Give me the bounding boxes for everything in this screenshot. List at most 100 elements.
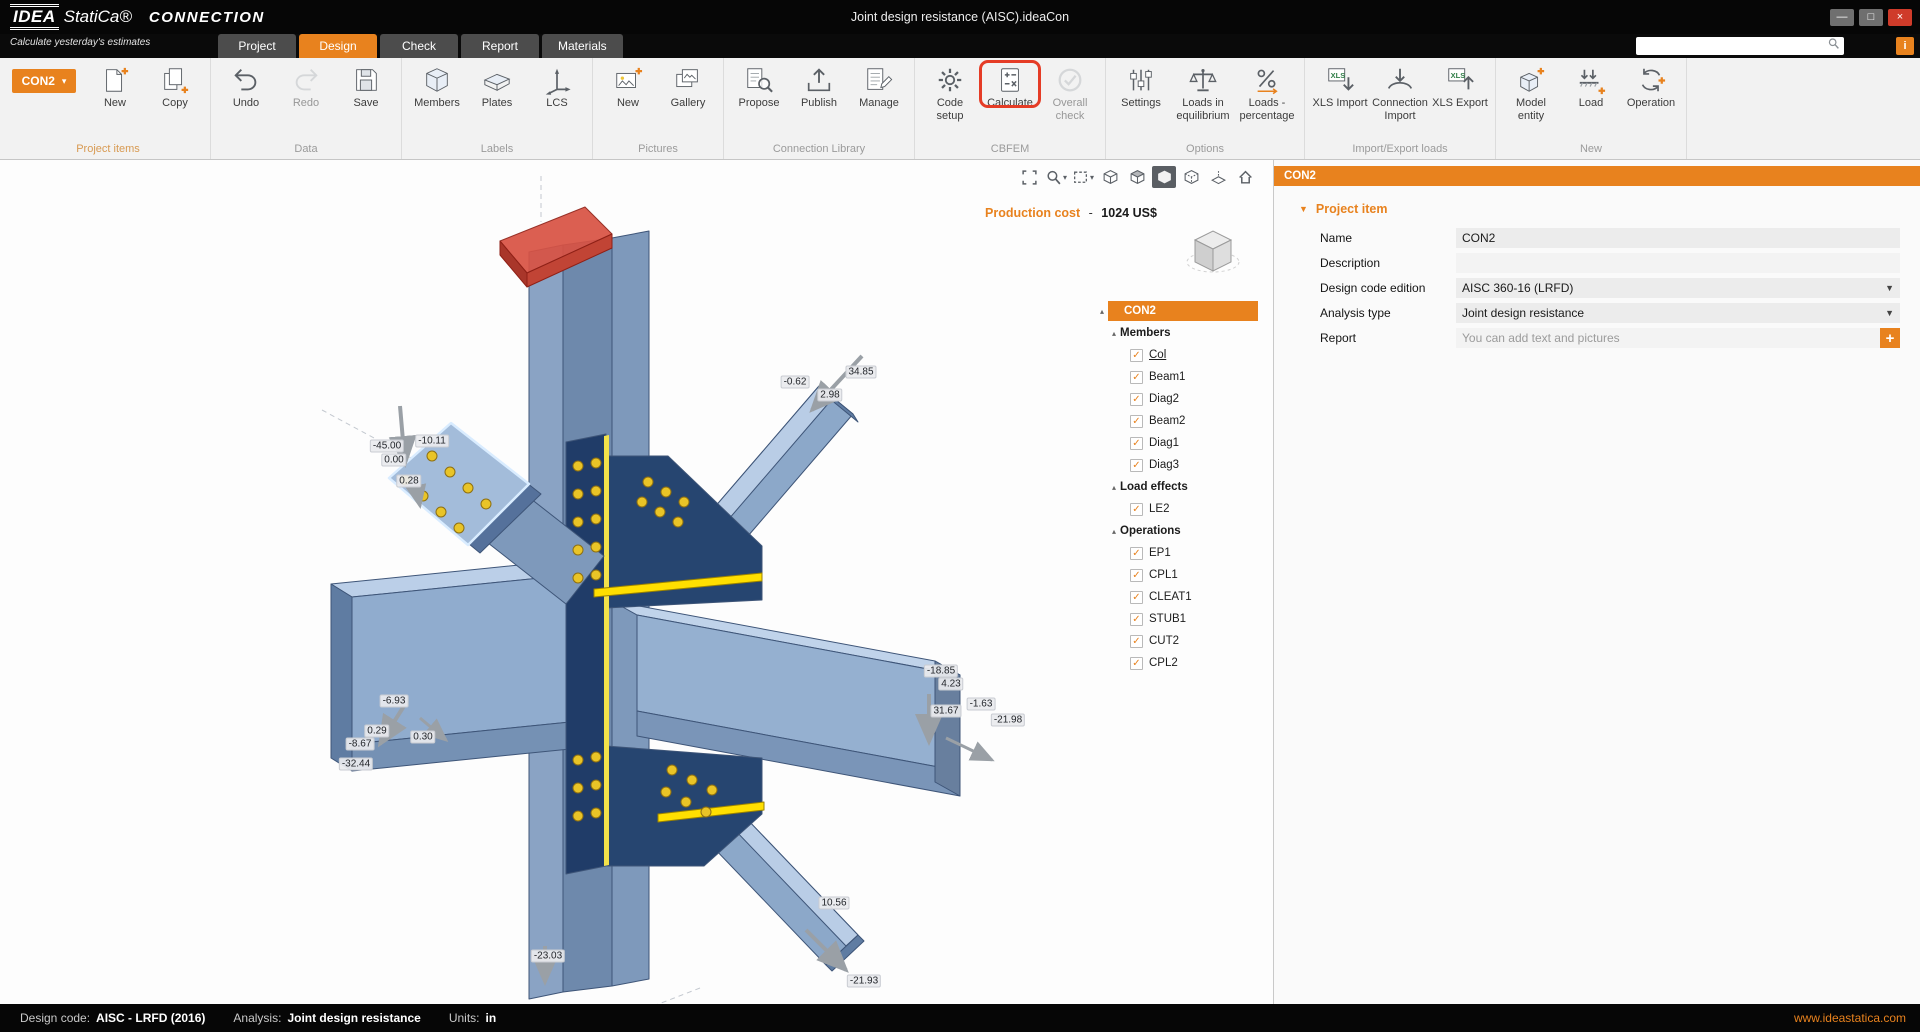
- tree-item-diag3[interactable]: ✓Diag3: [1096, 454, 1258, 476]
- ribbon-button-xls-import[interactable]: XLSXLS Import: [1311, 62, 1369, 112]
- ribbon-button-xls-export[interactable]: XLSXLS Export: [1431, 62, 1489, 112]
- ribbon-button-new[interactable]: New: [599, 62, 657, 112]
- ribbon-button-connection-import[interactable]: Connection Import: [1371, 62, 1429, 124]
- ribbon-button-copy[interactable]: Copy: [146, 62, 204, 112]
- checkbox-checked-icon[interactable]: ✓: [1130, 657, 1143, 670]
- equilibrium-icon: [1188, 65, 1218, 95]
- expander-icon[interactable]: ▴: [1108, 483, 1120, 492]
- tree-root-con2[interactable]: ▴CON2: [1096, 300, 1258, 322]
- ribbon-button-new[interactable]: New: [86, 62, 144, 112]
- ribbon-button-loads-in-equilibrium[interactable]: Loads in equilibrium: [1172, 62, 1234, 124]
- tree-item-le2[interactable]: ✓LE2: [1096, 498, 1258, 520]
- maximize-button[interactable]: □: [1859, 9, 1883, 26]
- tab-materials[interactable]: Materials: [542, 34, 623, 58]
- home-view-button[interactable]: [1233, 166, 1257, 188]
- view-solid-button[interactable]: [1152, 166, 1176, 188]
- tree-item-ep1[interactable]: ✓EP1: [1096, 542, 1258, 564]
- ribbon-button-gallery[interactable]: Gallery: [659, 62, 717, 112]
- view-transparent-button[interactable]: [1179, 166, 1203, 188]
- tree-item-col[interactable]: ✓Col: [1096, 344, 1258, 366]
- expander-icon[interactable]: ▴: [1108, 329, 1120, 338]
- ribbon-button-members[interactable]: Members: [408, 62, 466, 112]
- ribbon-button-propose[interactable]: Propose: [730, 62, 788, 112]
- property-value-analysis-type[interactable]: Joint design resistance▼: [1456, 303, 1900, 323]
- ribbon-button-label: XLS Import: [1312, 97, 1367, 110]
- search-input[interactable]: [1636, 38, 1827, 54]
- checkbox-checked-icon[interactable]: ✓: [1130, 569, 1143, 582]
- tree-item-stub1[interactable]: ✓STUB1: [1096, 608, 1258, 630]
- ribbon-button-publish[interactable]: Publish: [790, 62, 848, 112]
- ribbon-button-undo[interactable]: Undo: [217, 62, 275, 112]
- ribbon-button-manage[interactable]: Manage: [850, 62, 908, 112]
- ribbon-button-label: New: [104, 97, 126, 110]
- tree-item-cut2[interactable]: ✓CUT2: [1096, 630, 1258, 652]
- expander-icon[interactable]: ▴: [1096, 307, 1108, 316]
- property-value-description[interactable]: [1456, 253, 1900, 273]
- ribbon-button-save[interactable]: Save: [337, 62, 395, 112]
- ribbon-button-model-entity[interactable]: Model entity: [1502, 62, 1560, 124]
- checkbox-checked-icon[interactable]: ✓: [1130, 437, 1143, 450]
- working-plane-button[interactable]: [1206, 166, 1230, 188]
- tree-item-cleat1[interactable]: ✓CLEAT1: [1096, 586, 1258, 608]
- ribbon-button-calculate[interactable]: Calculate: [981, 62, 1039, 112]
- tab-design[interactable]: Design: [299, 34, 377, 58]
- ribbon-button-operation[interactable]: Operation: [1622, 62, 1680, 112]
- checkbox-checked-icon[interactable]: ✓: [1130, 591, 1143, 604]
- ribbon-button-loads-percentage[interactable]: Loads - percentage: [1236, 62, 1298, 124]
- checkbox-checked-icon[interactable]: ✓: [1130, 415, 1143, 428]
- load-icon: [1576, 65, 1606, 95]
- checkbox-checked-icon[interactable]: ✓: [1130, 547, 1143, 560]
- plates-icon: [482, 65, 512, 95]
- close-button[interactable]: ×: [1888, 9, 1912, 26]
- view-top-face-button[interactable]: [1125, 166, 1149, 188]
- report-add-button[interactable]: +: [1880, 328, 1900, 348]
- expander-icon[interactable]: ▴: [1108, 527, 1120, 536]
- ribbon-button-label: Publish: [801, 97, 837, 110]
- project-item-section-header[interactable]: ▼ Project item: [1299, 202, 1920, 216]
- tree-item-beam1[interactable]: ✓Beam1: [1096, 366, 1258, 388]
- property-value-name[interactable]: CON2: [1456, 228, 1900, 248]
- ribbon-button-overall-check: Overall check: [1041, 62, 1099, 124]
- ribbon-button-plates[interactable]: Plates: [468, 62, 526, 112]
- tab-check[interactable]: Check: [380, 34, 458, 58]
- percentage-icon: [1252, 65, 1282, 95]
- checkbox-checked-icon[interactable]: ✓: [1130, 349, 1143, 362]
- tree-item-cpl2[interactable]: ✓CPL2: [1096, 652, 1258, 674]
- tree-section-members[interactable]: ▴Members: [1096, 322, 1258, 344]
- tree-section-operations[interactable]: ▴Operations: [1096, 520, 1258, 542]
- view-wireframe-button[interactable]: [1098, 166, 1122, 188]
- tree-item-beam2[interactable]: ✓Beam2: [1096, 410, 1258, 432]
- active-project-item-dropdown[interactable]: CON2▾: [12, 69, 76, 93]
- navigation-cube[interactable]: [1182, 218, 1244, 285]
- ribbon-button-lcs[interactable]: LCS: [528, 62, 586, 112]
- model-3d-scene[interactable]: [0, 160, 1273, 1004]
- property-value-design-code-edition[interactable]: AISC 360-16 (LRFD)▼: [1456, 278, 1900, 298]
- tree-item-diag1[interactable]: ✓Diag1: [1096, 432, 1258, 454]
- ribbon-button-settings[interactable]: Settings: [1112, 62, 1170, 112]
- ribbon-group-pictures: NewGalleryPictures: [593, 58, 724, 159]
- ribbon-button-load[interactable]: Load: [1562, 62, 1620, 112]
- fit-view-button[interactable]: [1017, 166, 1041, 188]
- zoom-window-button[interactable]: ▾: [1044, 166, 1068, 188]
- tab-project[interactable]: Project: [218, 34, 296, 58]
- section-select-button[interactable]: ▾: [1071, 166, 1095, 188]
- tree-item-diag2[interactable]: ✓ Diag2: [1096, 388, 1258, 410]
- viewport[interactable]: ▾▾ Production cost - 1024 US$ ▴CON2▴Memb…: [0, 160, 1273, 1004]
- tree-item-cpl1[interactable]: ✓CPL1: [1096, 564, 1258, 586]
- info-button[interactable]: i: [1896, 37, 1914, 55]
- property-value-report[interactable]: You can add text and pictures+: [1456, 328, 1900, 348]
- checkbox-checked-icon[interactable]: ✓: [1130, 393, 1143, 406]
- checkbox-checked-icon[interactable]: ✓: [1130, 635, 1143, 648]
- checkbox-checked-icon[interactable]: ✓: [1130, 503, 1143, 516]
- tree-section-load-effects[interactable]: ▴Load effects: [1096, 476, 1258, 498]
- ribbon-group-label: Data: [217, 141, 395, 159]
- tree-item-label: Diag2: [1149, 393, 1179, 405]
- ribbon-button-code-setup[interactable]: Code setup: [921, 62, 979, 124]
- search-box[interactable]: [1636, 37, 1844, 55]
- checkbox-checked-icon[interactable]: ✓: [1130, 459, 1143, 472]
- website-link[interactable]: www.ideastatica.com: [1794, 1011, 1920, 1025]
- tab-report[interactable]: Report: [461, 34, 539, 58]
- checkbox-checked-icon[interactable]: ✓: [1130, 613, 1143, 626]
- checkbox-checked-icon[interactable]: ✓: [1130, 371, 1143, 384]
- minimize-button[interactable]: —: [1830, 9, 1854, 26]
